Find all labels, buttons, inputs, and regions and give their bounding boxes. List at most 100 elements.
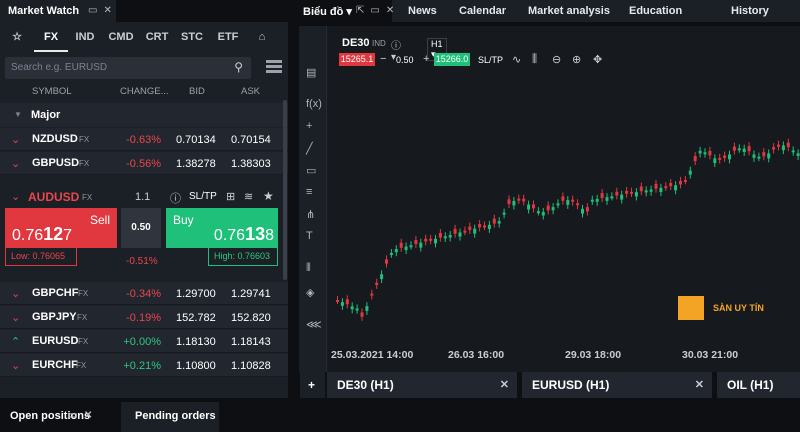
chevron-down-icon[interactable]: ⌄ bbox=[11, 190, 20, 203]
chart-sell-price[interactable]: 15265.1 bbox=[339, 53, 375, 66]
nav-news[interactable]: News bbox=[408, 5, 437, 17]
chevron-down-icon: ⌄ bbox=[11, 312, 21, 324]
candle bbox=[438, 232, 442, 238]
move-icon[interactable]: ✥ bbox=[593, 53, 602, 66]
candle bbox=[610, 196, 614, 199]
window-icon[interactable]: ▭ bbox=[370, 5, 379, 16]
candle bbox=[767, 153, 771, 159]
chart-tabs: + DE30 (H1) ✕ EURUSD (H1) ✕ OIL (H1) bbox=[296, 372, 800, 398]
candle bbox=[478, 224, 482, 228]
table-row[interactable]: ⌄ GBPCHF FX -0.34% 1.29700 1.29741 bbox=[0, 282, 288, 305]
candle bbox=[791, 150, 795, 153]
row-bid[interactable]: 152.782 bbox=[176, 312, 216, 324]
row-bid[interactable]: 1.18130 bbox=[176, 336, 216, 348]
col-change[interactable]: CHANGE... bbox=[120, 86, 169, 97]
row-bid[interactable]: 1.38278 bbox=[176, 158, 216, 170]
col-ask[interactable]: ASK bbox=[241, 86, 260, 97]
chart-tab-de30[interactable]: DE30 (H1) ✕ bbox=[327, 372, 517, 398]
add-icon[interactable]: ⊞ bbox=[226, 190, 235, 203]
window-icon[interactable]: ▭ bbox=[88, 5, 97, 16]
tab-ind[interactable]: IND bbox=[68, 22, 102, 52]
pending-orders-tab[interactable]: Pending orders bbox=[121, 402, 219, 432]
line-tool-icon[interactable]: ╱ bbox=[306, 142, 313, 155]
chart-symbol[interactable]: DE30 bbox=[342, 37, 370, 49]
col-bid[interactable]: BID bbox=[189, 86, 205, 97]
row-ask[interactable]: 1.10828 bbox=[231, 360, 271, 372]
add-chart-button[interactable]: + bbox=[300, 372, 325, 398]
zoom-in-icon[interactable]: ⊕ bbox=[572, 53, 581, 66]
pulse-icon[interactable]: ≋ bbox=[244, 190, 253, 203]
group-label: Major bbox=[31, 109, 61, 121]
crosshair-icon[interactable]: + bbox=[306, 120, 312, 132]
close-icon[interactable]: ✕ bbox=[500, 378, 509, 391]
window-icon[interactable]: ▭ bbox=[68, 410, 77, 421]
row-ask[interactable]: 1.18143 bbox=[231, 336, 271, 348]
popout-icon[interactable]: ⇱ bbox=[356, 5, 364, 16]
basket-icon[interactable]: ⌂ bbox=[246, 22, 278, 52]
tab-cmd[interactable]: CMD bbox=[102, 22, 140, 52]
close-icon[interactable]: ✕ bbox=[103, 5, 111, 16]
minus-icon[interactable]: − bbox=[380, 53, 386, 65]
nav-education[interactable]: Education bbox=[629, 5, 682, 17]
open-positions-tab[interactable]: Open positions ▭ ✕ bbox=[0, 402, 116, 432]
info-icon[interactable]: ⓘ bbox=[170, 190, 181, 206]
buy-button[interactable]: Buy 0.76138 bbox=[166, 208, 278, 248]
candle bbox=[468, 226, 472, 230]
search-input[interactable]: Search e.g. EURUSD ⚲ bbox=[5, 57, 251, 79]
table-row[interactable]: ⌃ EURUSD FX +0.00% 1.18130 1.18143 bbox=[0, 330, 288, 353]
rectangle-icon[interactable]: ▭ bbox=[306, 164, 316, 177]
chart-buy-price[interactable]: 15266.0 bbox=[434, 53, 470, 66]
nav-calendar[interactable]: Calendar bbox=[459, 5, 506, 17]
row-ask[interactable]: 1.38303 bbox=[231, 158, 271, 170]
sell-button[interactable]: Sell 0.76127 bbox=[5, 208, 117, 248]
table-row[interactable]: ⌄ GBPUSD FX -0.56% 1.38278 1.38303 bbox=[0, 152, 288, 175]
row-bid[interactable]: 0.70134 bbox=[176, 134, 216, 146]
close-icon[interactable]: ✕ bbox=[386, 5, 394, 16]
list-view-icon[interactable] bbox=[266, 60, 282, 74]
search-icon[interactable]: ⚲ bbox=[234, 60, 243, 74]
share-icon[interactable]: ⋘ bbox=[306, 318, 322, 331]
tab-favorites[interactable]: ☆ bbox=[0, 22, 34, 52]
fibonacci-icon[interactable]: ≡ bbox=[306, 186, 312, 198]
sltp-label[interactable]: SL/TP bbox=[189, 191, 217, 202]
chart-sltp[interactable]: SL/TP bbox=[478, 55, 503, 65]
lot-size[interactable]: 1.1 bbox=[135, 191, 150, 203]
chart-tab-eurusd[interactable]: EURUSD (H1) ✕ bbox=[522, 372, 712, 398]
candles-icon[interactable]: ⫼ bbox=[532, 53, 537, 66]
row-class: FX bbox=[78, 289, 89, 298]
col-symbol[interactable]: SYMBOL bbox=[32, 86, 72, 97]
tab-stc[interactable]: STC bbox=[174, 22, 210, 52]
line-chart-icon[interactable]: ∿ bbox=[512, 53, 521, 66]
table-row[interactable]: ⌄ NZDUSD FX -0.63% 0.70134 0.70154 bbox=[0, 128, 288, 151]
row-ask[interactable]: 0.70154 bbox=[231, 134, 271, 146]
star-icon[interactable]: ★ bbox=[263, 189, 274, 203]
text-tool-icon[interactable]: T bbox=[306, 230, 313, 242]
row-bid[interactable]: 1.29700 bbox=[176, 288, 216, 300]
row-ask[interactable]: 1.29741 bbox=[231, 288, 271, 300]
tab-etf[interactable]: ETF bbox=[210, 22, 246, 52]
pitchfork-icon[interactable]: ⋔ bbox=[306, 208, 315, 221]
indicator-icon[interactable]: f(x) bbox=[306, 98, 322, 110]
collapse-caret-icon[interactable]: ▼ bbox=[14, 110, 22, 119]
group-major[interactable]: ▼ Major bbox=[0, 103, 288, 127]
tab-crt[interactable]: CRT bbox=[140, 22, 174, 52]
layers-icon[interactable]: ◈ bbox=[306, 286, 314, 299]
measure-icon[interactable]: ⦀ bbox=[306, 262, 311, 275]
chevron-down-icon: ⌄ bbox=[11, 158, 21, 170]
row-ask[interactable]: 152.820 bbox=[231, 312, 271, 324]
nav-history[interactable]: History bbox=[731, 5, 769, 17]
scrollbar[interactable] bbox=[283, 100, 287, 280]
table-row[interactable]: ⌄ GBPJPY FX -0.19% 152.782 152.820 bbox=[0, 306, 288, 329]
table-row[interactable]: ⌄ EURCHF FX +0.21% 1.10800 1.10828 bbox=[0, 354, 288, 377]
close-icon[interactable]: ✕ bbox=[695, 378, 704, 391]
zoom-out-icon[interactable]: ⊖ bbox=[552, 53, 561, 66]
candle bbox=[639, 186, 643, 192]
close-icon[interactable]: ✕ bbox=[84, 410, 92, 421]
row-change: +0.00% bbox=[123, 336, 161, 348]
nav-market-analysis[interactable]: Market analysis bbox=[528, 5, 610, 17]
row-bid[interactable]: 1.10800 bbox=[176, 360, 216, 372]
chart-type-icon[interactable]: ▤ bbox=[306, 66, 316, 79]
plus-icon[interactable]: + bbox=[423, 53, 429, 65]
tab-fx[interactable]: FX bbox=[34, 22, 68, 52]
chart-tab-oil[interactable]: OIL (H1) bbox=[717, 372, 800, 398]
